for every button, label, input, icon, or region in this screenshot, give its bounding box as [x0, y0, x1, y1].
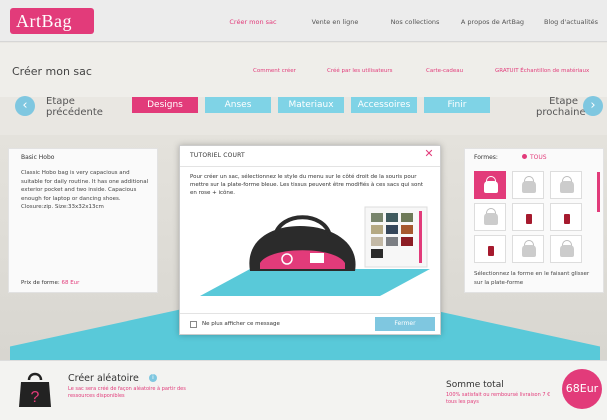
shapes-scrollbar[interactable]	[597, 172, 600, 212]
svg-text:?: ?	[31, 389, 40, 406]
bag-icon	[560, 181, 574, 193]
bag-icon	[522, 181, 536, 193]
shape-thumb[interactable]	[512, 203, 544, 231]
illustration-platform	[200, 269, 430, 296]
nav-blog[interactable]: Blog d'actualités	[536, 14, 606, 30]
swatch	[401, 237, 413, 246]
swatch	[401, 225, 413, 234]
shape-description: Classic Hobo bag is very capacious and s…	[21, 170, 149, 210]
swatch	[371, 225, 383, 234]
shape-price: Prix de forme: 68 Eur	[21, 280, 79, 286]
modal-divider	[180, 166, 440, 167]
dont-show-checkbox[interactable]	[190, 321, 197, 328]
next-step-label[interactable]: Etape prochaine	[536, 96, 586, 118]
tutorial-modal: TUTORIEL COURT ✕ Pour créer un sac, séle…	[179, 145, 441, 335]
tab-finir[interactable]: Finir	[424, 97, 490, 113]
modal-text: Pour créer un sac, sélectionnez le style…	[190, 174, 424, 196]
tab-materiaux[interactable]: Materiaux	[278, 97, 344, 113]
modal-title: TUTORIEL COURT	[190, 152, 245, 159]
swatch-scrollbar	[419, 211, 422, 263]
total-title: Somme total	[446, 380, 504, 390]
prev-step-line1: Etape	[46, 96, 75, 107]
total-price-badge[interactable]: 68Eur	[562, 369, 602, 409]
swatch	[386, 225, 398, 234]
shape-thumb[interactable]	[512, 171, 544, 199]
shape-thumb[interactable]	[474, 235, 506, 263]
tab-anses[interactable]: Anses	[205, 97, 271, 113]
fermer-button[interactable]: Fermer	[375, 317, 435, 331]
arrow-left-icon[interactable]: ‹	[15, 96, 35, 116]
bag-icon	[526, 214, 532, 224]
subnav-echantillon[interactable]: GRATUIT Échantillon de matériaux	[495, 68, 589, 74]
prev-step-label[interactable]: Etape précédente	[46, 96, 103, 118]
subnav-cree-utilisateurs[interactable]: Créé par les utilisateurs	[327, 68, 393, 74]
shapes-hint: Sélectionnez la forme en le faisant glis…	[474, 271, 590, 286]
bag-icon	[488, 246, 494, 256]
nav-vente-en-ligne[interactable]: Vente en ligne	[300, 14, 370, 30]
bag-icon	[484, 213, 498, 225]
bag-icon	[564, 214, 570, 224]
arrow-right-icon[interactable]: ›	[583, 96, 603, 116]
artbag-logo[interactable]: ArtBag	[10, 8, 94, 34]
random-create-title[interactable]: Créer aléatoire	[68, 373, 139, 384]
filter-all[interactable]: TOUS	[522, 154, 547, 161]
info-icon[interactable]: i	[149, 374, 157, 382]
shape-thumb[interactable]	[474, 203, 506, 231]
next-step-line2: prochaine	[536, 107, 586, 118]
swatch	[386, 237, 398, 246]
nav-nos-collections[interactable]: Nos collections	[380, 14, 450, 30]
shape-thumb[interactable]	[474, 171, 506, 199]
swatch	[371, 249, 383, 258]
subnav-carte-cadeau[interactable]: Carte-cadeau	[426, 68, 463, 74]
shape-thumb[interactable]	[550, 235, 582, 263]
price-value: 68 Eur	[61, 280, 80, 286]
close-icon[interactable]: ✕	[423, 148, 435, 160]
total-desc: 100% satisfait ou remboursé livraison 7 …	[446, 392, 551, 405]
tab-designs[interactable]: Designs	[132, 97, 198, 113]
illustration-pocket	[310, 253, 324, 263]
tab-accessoires[interactable]: Accessoires	[351, 97, 417, 113]
dont-show-label[interactable]: Ne plus afficher ce message	[202, 321, 280, 327]
shape-thumb[interactable]	[550, 171, 582, 199]
subnav-comment-creer[interactable]: Comment créer	[253, 68, 296, 74]
formes-label: Formes:	[474, 154, 498, 161]
next-step-line1: Etape	[549, 96, 578, 107]
price-label: Prix de forme:	[21, 280, 60, 286]
shape-name: Basic Hobo	[21, 154, 55, 161]
page-title: Créer mon sac	[12, 65, 92, 78]
prev-step-line2: précédente	[46, 107, 103, 118]
shape-thumb[interactable]	[512, 235, 544, 263]
question-bag-icon[interactable]: ?	[18, 370, 52, 408]
tutorial-illustration	[200, 206, 430, 296]
random-create-desc: Le sac sera créé de façon aléatoire à pa…	[68, 386, 186, 399]
bag-icon	[484, 181, 498, 193]
swatch	[401, 213, 413, 222]
plus-icon	[281, 253, 293, 265]
modal-footer-divider	[180, 313, 440, 314]
swatch	[371, 237, 383, 246]
nav-creer-mon-sac[interactable]: Créer mon sac	[218, 14, 288, 30]
nav-a-propos[interactable]: A propos de ArtBag	[455, 14, 530, 30]
swatch	[386, 213, 398, 222]
bag-icon	[522, 245, 536, 257]
shape-thumb[interactable]	[550, 203, 582, 231]
filter-dot-icon	[522, 154, 527, 159]
filter-label: TOUS	[530, 154, 547, 161]
swatch	[371, 213, 383, 222]
bag-icon	[560, 245, 574, 257]
